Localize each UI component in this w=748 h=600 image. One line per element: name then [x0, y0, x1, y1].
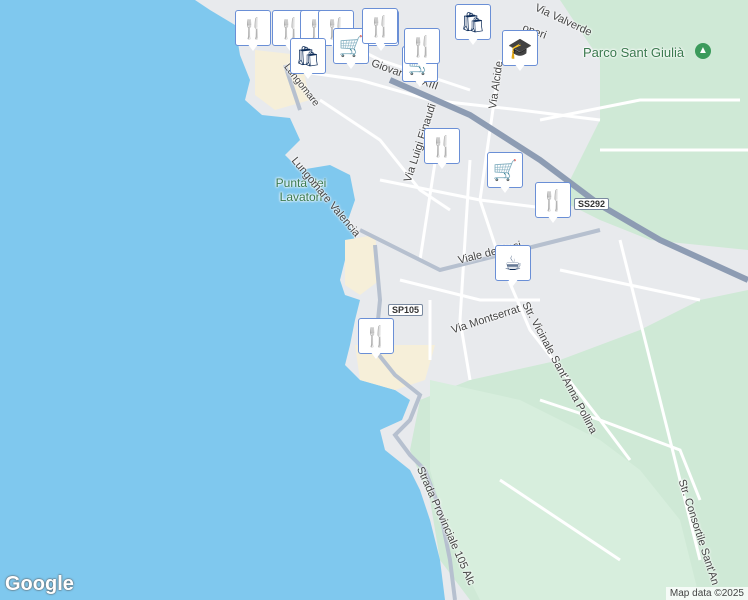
poi-pin-tail	[302, 71, 314, 79]
poi-pin: 🍴	[424, 128, 460, 164]
poi-pin-tail	[467, 37, 479, 45]
map-attribution[interactable]: Map data ©2025	[665, 587, 748, 600]
shopping-cart-icon: 🛒	[492, 158, 518, 182]
poi-marker-restaurant[interactable]: 🍴	[404, 28, 440, 72]
fork-knife-icon: 🍴	[277, 16, 303, 40]
poi-pin: 🍴	[235, 10, 271, 46]
poi-pin: 🍴	[535, 182, 571, 218]
poi-pin-tail	[247, 43, 259, 51]
fork-knife-icon: 🍴	[429, 134, 455, 158]
poi-pin: 🛍	[455, 4, 491, 40]
poi-pin: ☕	[495, 245, 531, 281]
poi-marker-restaurant[interactable]: 🍴	[535, 182, 571, 226]
poi-pin-tail	[514, 63, 526, 71]
poi-marker-grocery[interactable]: 🛒	[487, 152, 523, 196]
poi-pin-tail	[370, 351, 382, 359]
poi-pin: 🎓	[502, 30, 538, 66]
map-canvas[interactable]	[0, 0, 748, 600]
fork-knife-icon: 🍴	[367, 14, 393, 38]
poi-pin-tail	[345, 61, 357, 69]
poi-pin: 🛍	[290, 38, 326, 74]
poi-pin-tail	[414, 79, 426, 87]
poi-marker-shopping[interactable]: 🛍	[455, 4, 491, 48]
graduation-cap-icon: 🎓	[507, 36, 533, 60]
poi-pin-tail	[507, 278, 519, 286]
poi-pin: 🛒	[487, 152, 523, 188]
poi-pin-tail	[436, 161, 448, 169]
ss292-shield: SS292	[574, 198, 610, 210]
fork-knife-icon: 🍴	[240, 16, 266, 40]
poi-marker-restaurant[interactable]: 🍴	[424, 128, 460, 172]
coffee-cup-icon: ☕	[504, 251, 522, 275]
sp105-shield: SP105	[388, 304, 424, 316]
shopping-bag-icon: 🛍	[295, 44, 321, 68]
shopping-cart-icon: 🛒	[338, 34, 364, 58]
poi-marker-cafe[interactable]: ☕	[495, 245, 531, 289]
poi-pin-tail	[374, 41, 386, 49]
park-label: Parco Sant Giulià	[583, 45, 685, 60]
poi-marker-shopping[interactable]: 🛍	[290, 38, 326, 82]
poi-pin-tail	[416, 61, 428, 69]
poi-marker-school[interactable]: 🎓	[502, 30, 538, 74]
poi-marker-restaurant[interactable]: 🍴	[358, 318, 394, 362]
fork-knife-icon: 🍴	[363, 324, 389, 348]
park-marker-icon: ▲	[695, 43, 711, 59]
poi-pin: 🍴	[362, 8, 398, 44]
fork-knife-icon: 🍴	[540, 188, 566, 212]
poi-marker-restaurant[interactable]: 🍴	[235, 10, 271, 54]
poi-pin: 🍴	[404, 28, 440, 64]
fork-knife-icon: 🍴	[409, 34, 435, 58]
google-logo: Google	[5, 573, 74, 595]
poi-marker-restaurant[interactable]: 🍴	[362, 8, 398, 52]
shopping-bag-icon: 🛍	[460, 10, 486, 34]
poi-pin-tail	[499, 185, 511, 193]
poi-pin-tail	[547, 215, 559, 223]
poi-pin: 🍴	[358, 318, 394, 354]
